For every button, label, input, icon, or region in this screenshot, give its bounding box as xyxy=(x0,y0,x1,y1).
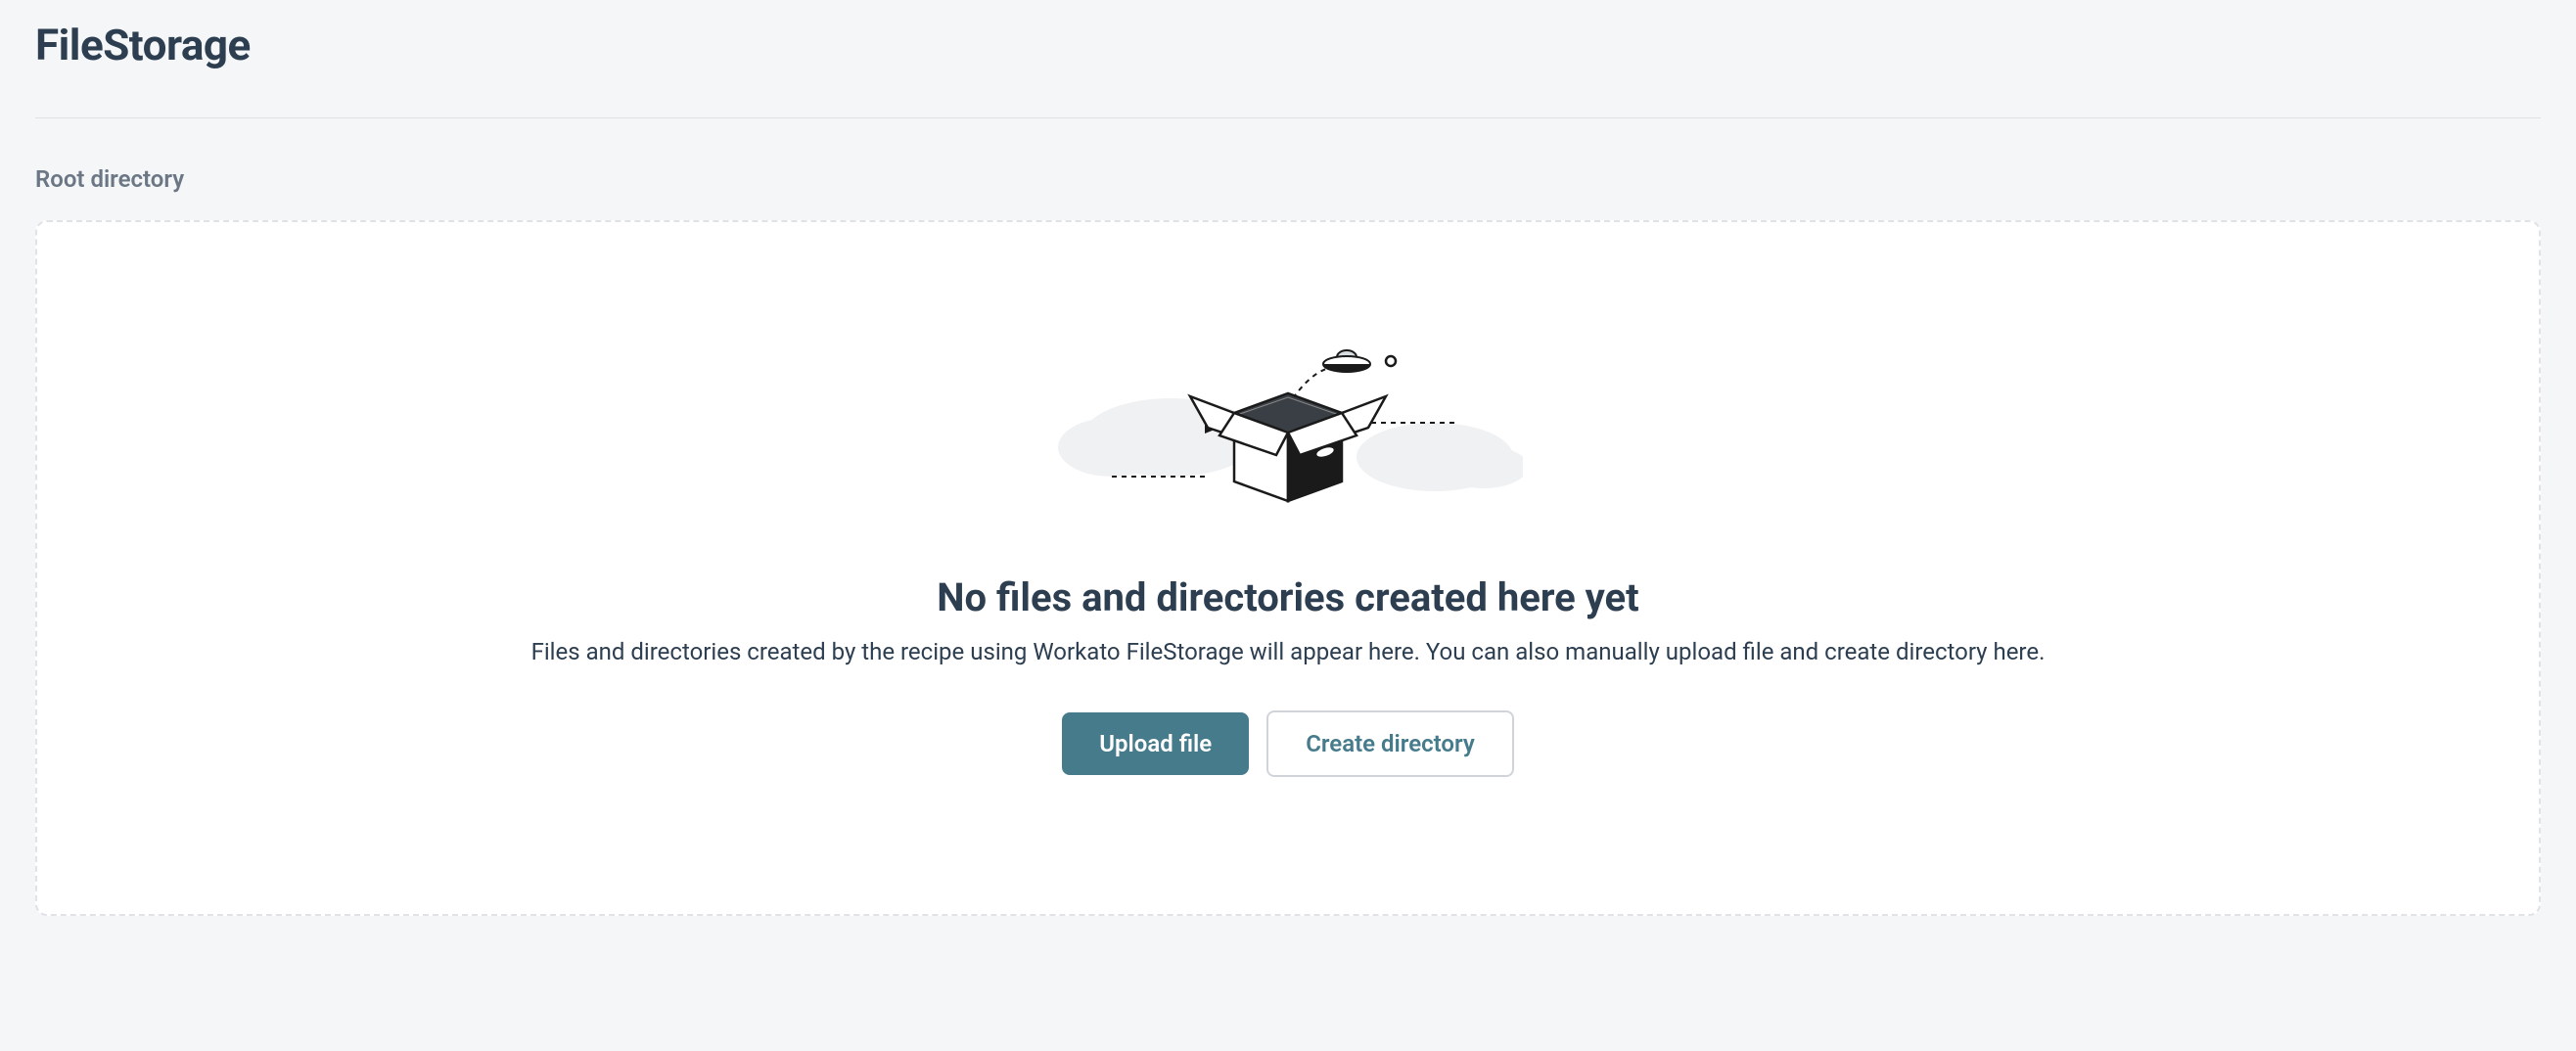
page-title: FileStorage xyxy=(35,20,2541,70)
breadcrumb-current: Root directory xyxy=(35,165,184,193)
empty-box-ufo-icon xyxy=(1053,340,1523,526)
breadcrumb: Root directory xyxy=(35,165,2541,193)
create-directory-button[interactable]: Create directory xyxy=(1266,710,1514,777)
upload-file-button[interactable]: Upload file xyxy=(1062,712,1249,775)
page-header: FileStorage xyxy=(35,20,2541,118)
empty-state-heading: No files and directories created here ye… xyxy=(937,574,1638,620)
empty-state-container: No files and directories created here ye… xyxy=(35,220,2541,916)
empty-state-description: Files and directories created by the rec… xyxy=(531,638,2046,665)
empty-state-actions: Upload file Create directory xyxy=(1062,710,1514,777)
